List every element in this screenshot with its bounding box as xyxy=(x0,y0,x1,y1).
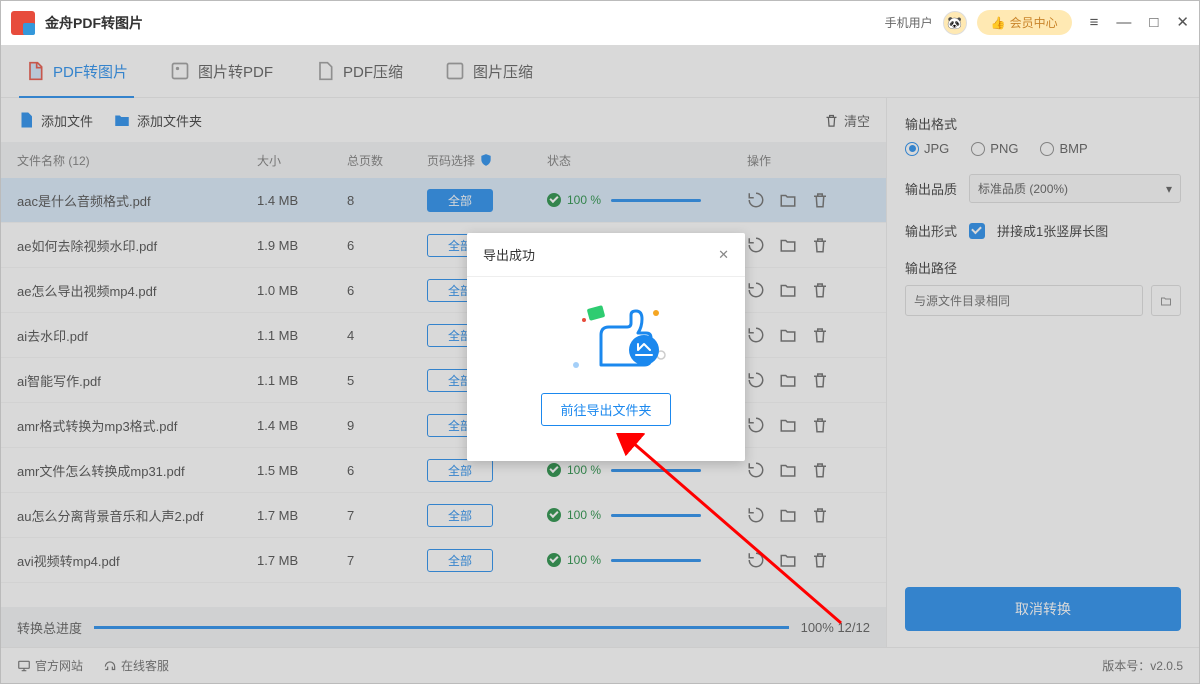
menu-icon[interactable]: ≡ xyxy=(1090,15,1099,30)
app-title: 金舟PDF转图片 xyxy=(45,13,143,33)
maximize-icon[interactable]: □ xyxy=(1149,15,1158,30)
minimize-icon[interactable]: — xyxy=(1116,15,1131,30)
dialog-close-icon[interactable]: ✕ xyxy=(718,247,729,263)
thumbs-up-icon: 👍 xyxy=(991,16,1006,30)
export-success-dialog: 导出成功 ✕ 前往导出文件夹 xyxy=(467,233,745,461)
success-illustration xyxy=(556,295,656,375)
app-logo xyxy=(11,11,35,35)
member-center-button[interactable]: 👍 会员中心 xyxy=(977,10,1072,35)
title-bar: 金舟PDF转图片 手机用户 🐼 👍 会员中心 ≡ — □ ✕ xyxy=(1,1,1199,45)
dialog-title: 导出成功 xyxy=(483,245,535,264)
goto-export-folder-button[interactable]: 前往导出文件夹 xyxy=(541,393,670,426)
mobile-user-label[interactable]: 手机用户 xyxy=(885,14,933,31)
close-icon[interactable]: ✕ xyxy=(1176,15,1189,30)
user-avatar-icon[interactable]: 🐼 xyxy=(943,11,967,35)
